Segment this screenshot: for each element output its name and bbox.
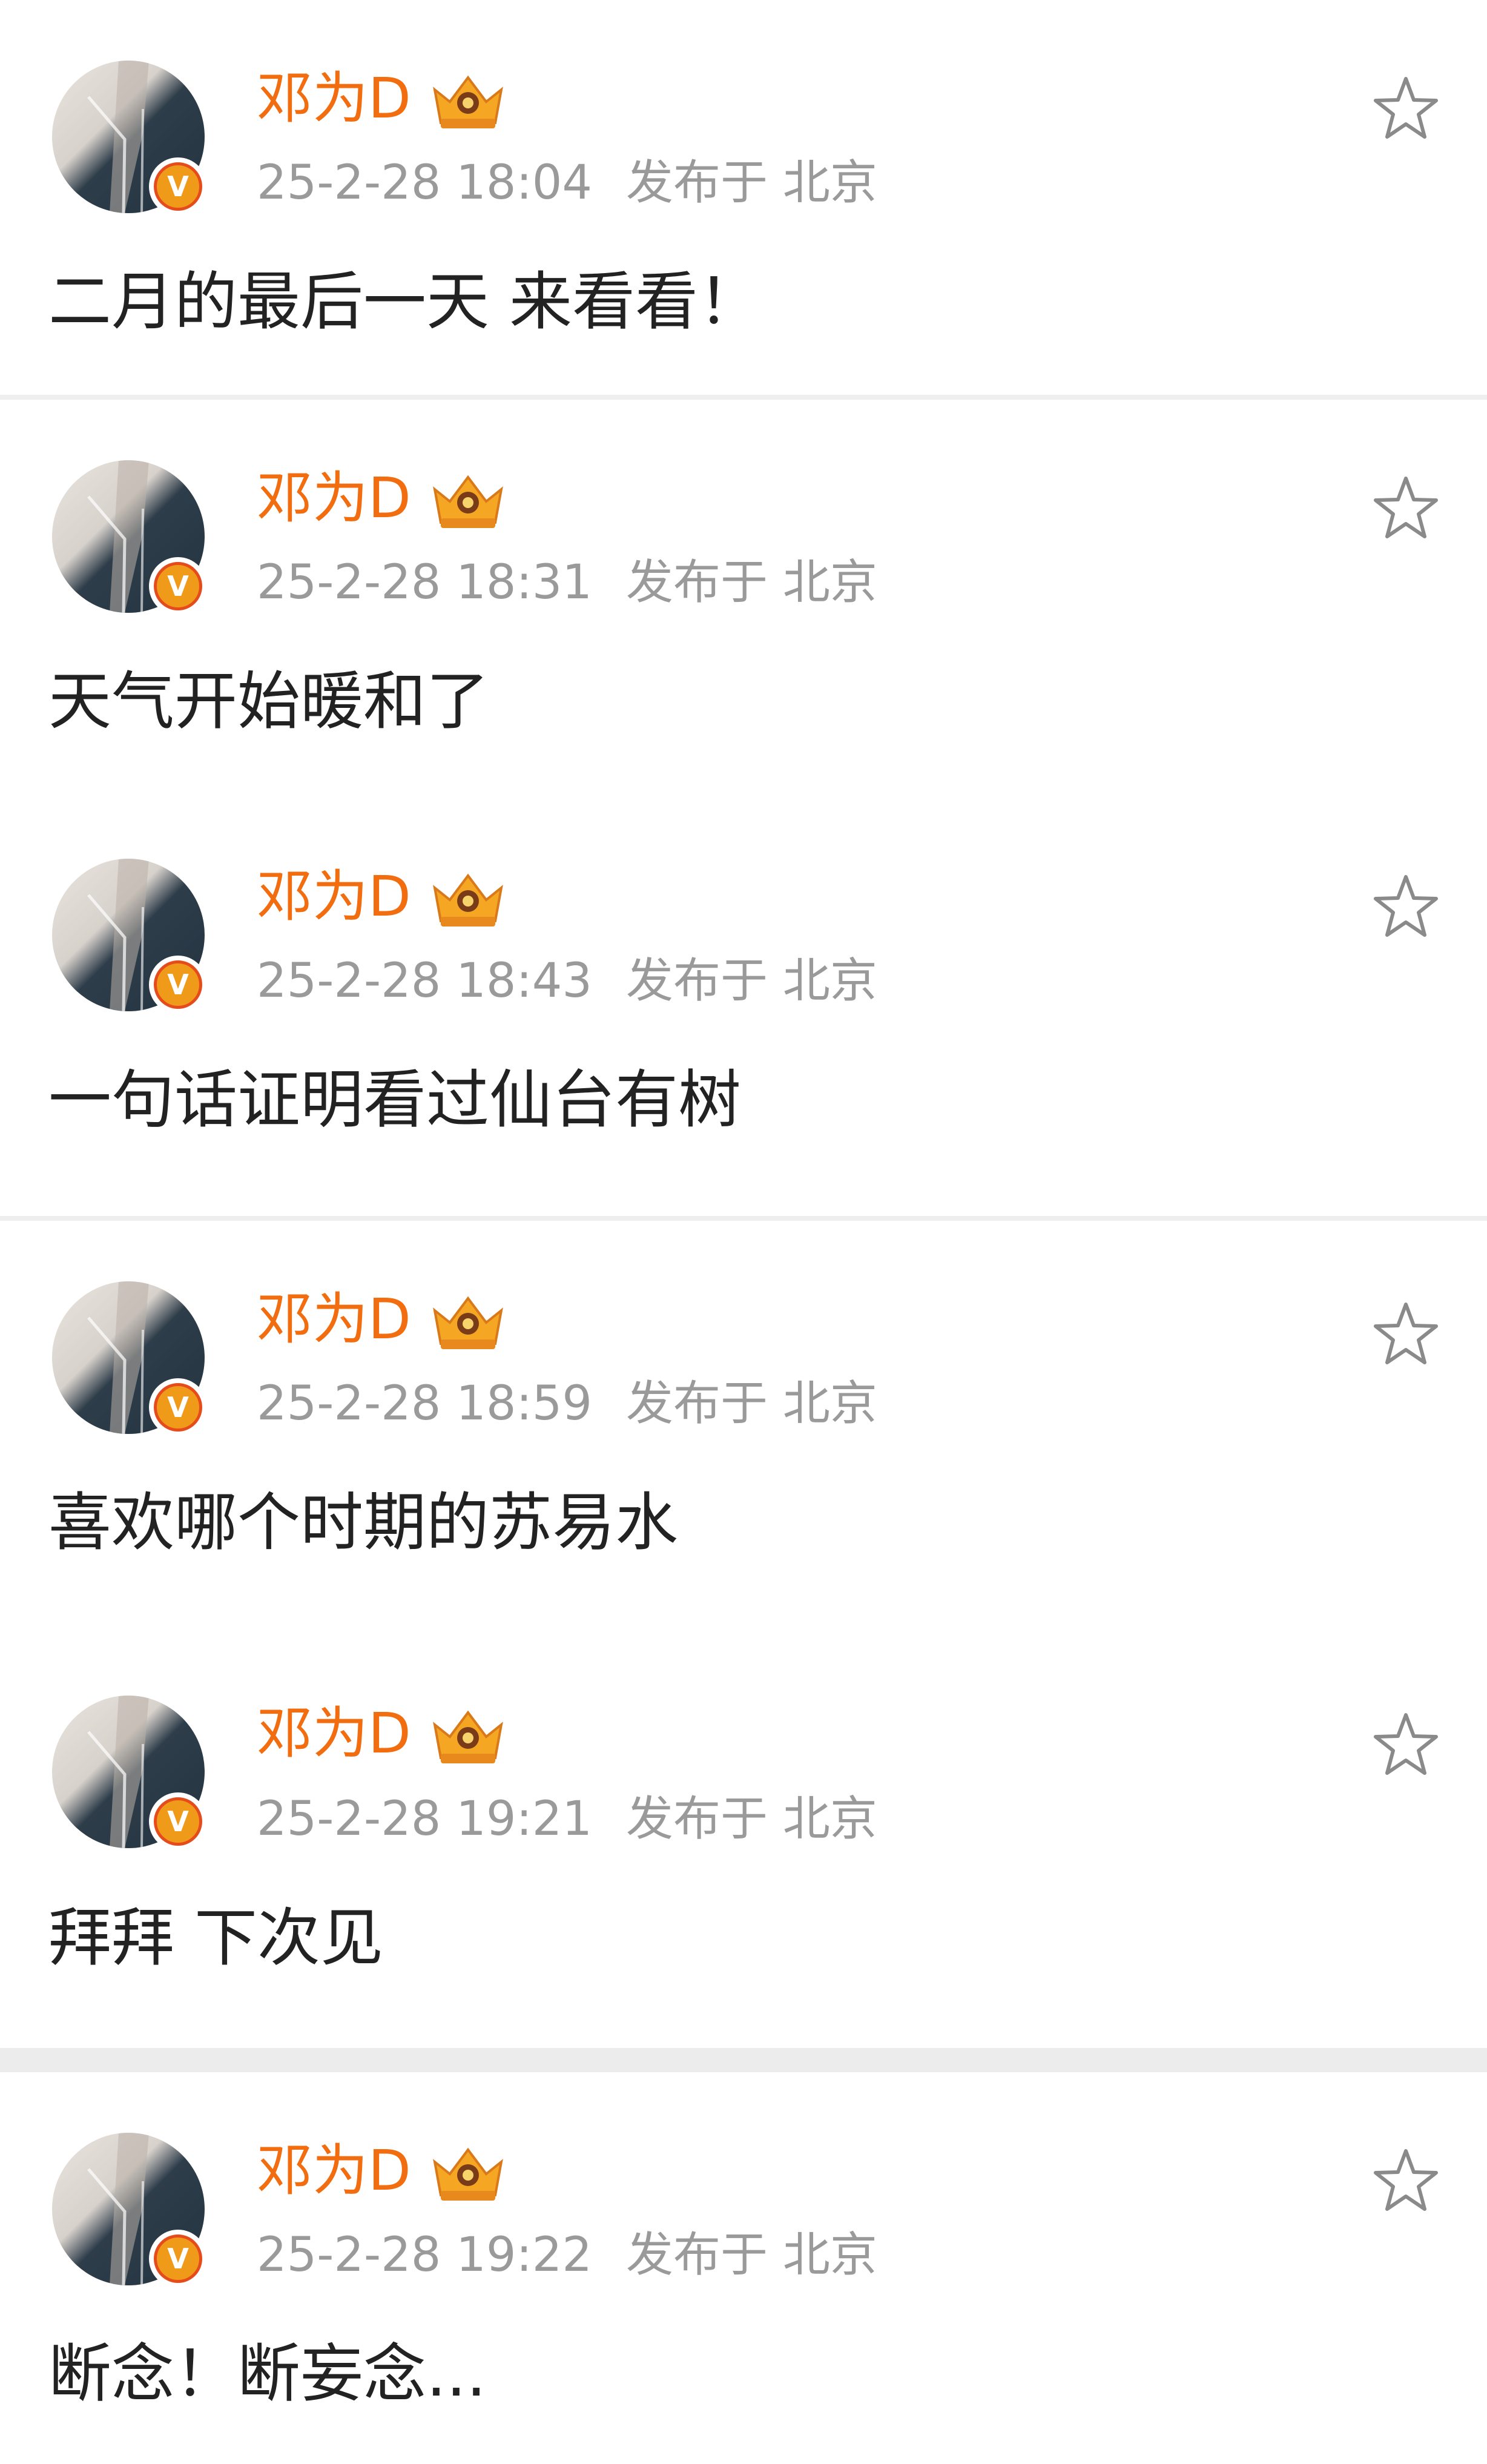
avatar[interactable]: V bbox=[52, 61, 207, 216]
username[interactable]: 邓为D bbox=[257, 465, 411, 532]
post-location: 北京 bbox=[782, 555, 877, 610]
post-time: 25-2-28 19:22 bbox=[257, 2228, 592, 2282]
verified-badge-icon: V bbox=[149, 157, 207, 216]
post-item[interactable]: V 邓为D 25-2-28 18:31 发布于 北京 天气开始暖和了 bbox=[0, 400, 1487, 799]
post-item[interactable]: V 邓为D 25-2-28 18:04 发布于 北京 二月的最后一天 来看看！ bbox=[0, 0, 1487, 397]
avatar[interactable]: V bbox=[52, 859, 207, 1014]
star-outline-icon[interactable] bbox=[1370, 1709, 1442, 1782]
avatar[interactable]: V bbox=[52, 1281, 207, 1436]
username[interactable]: 邓为D bbox=[257, 864, 411, 930]
avatar[interactable]: V bbox=[52, 1696, 207, 1851]
post-time: 25-2-28 19:21 bbox=[257, 1792, 592, 1846]
crown-icon bbox=[433, 1296, 503, 1349]
post-meta: 25-2-28 18:43 发布于 北京 bbox=[257, 951, 877, 1011]
avatar[interactable]: V bbox=[52, 460, 207, 615]
post-content[interactable]: 断念！断妄念... bbox=[48, 2331, 486, 2416]
verified-badge-icon: V bbox=[149, 2230, 207, 2288]
post-time: 25-2-28 18:59 bbox=[257, 1376, 592, 1431]
post-content[interactable]: 拜拜 下次见 bbox=[48, 1895, 383, 1980]
post-meta: 25-2-28 19:22 发布于 北京 bbox=[257, 2225, 877, 2285]
post-meta: 25-2-28 18:59 发布于 北京 bbox=[257, 1373, 877, 1434]
post-content[interactable]: 一句话证明看过仙台有树 bbox=[48, 1057, 741, 1142]
post-location: 北京 bbox=[782, 954, 877, 1008]
post-item[interactable]: V 邓为D 25-2-28 18:43 发布于 北京 一句话证明看过仙台有树 bbox=[0, 799, 1487, 1217]
crown-icon bbox=[433, 2147, 503, 2201]
star-outline-icon[interactable] bbox=[1370, 2145, 1442, 2218]
post-content[interactable]: 二月的最后一天 来看看！ bbox=[48, 259, 761, 344]
username[interactable]: 邓为D bbox=[257, 1700, 411, 1767]
avatar[interactable]: V bbox=[52, 2133, 207, 2288]
post-location-label: 发布于 bbox=[626, 156, 768, 210]
verified-badge-icon: V bbox=[149, 557, 207, 615]
star-outline-icon[interactable] bbox=[1370, 871, 1442, 943]
crown-icon bbox=[433, 1710, 503, 1763]
verified-badge-icon: V bbox=[149, 956, 207, 1014]
post-time: 25-2-28 18:43 bbox=[257, 954, 592, 1008]
post-item[interactable]: V 邓为D 25-2-28 19:22 发布于 北京 断念！断妄念... bbox=[0, 2072, 1487, 2464]
post-feed: V 邓为D 25-2-28 18:04 发布于 北京 二月的最后一天 来看看！ bbox=[0, 0, 1487, 2464]
username[interactable]: 邓为D bbox=[257, 1286, 411, 1353]
post-time: 25-2-28 18:04 bbox=[257, 156, 592, 210]
star-outline-icon[interactable] bbox=[1370, 1298, 1442, 1371]
star-outline-icon[interactable] bbox=[1370, 73, 1442, 145]
section-divider bbox=[0, 2048, 1487, 2072]
post-content[interactable]: 天气开始暖和了 bbox=[48, 659, 489, 744]
post-item[interactable]: V 邓为D 25-2-28 19:21 发布于 北京 拜拜 下次见 bbox=[0, 1641, 1487, 2047]
post-location-label: 发布于 bbox=[626, 555, 768, 610]
verified-badge-icon: V bbox=[149, 1792, 207, 1851]
post-meta: 25-2-28 18:04 发布于 北京 bbox=[257, 153, 877, 213]
crown-icon bbox=[433, 75, 503, 128]
post-location-label: 发布于 bbox=[626, 2228, 768, 2282]
post-content[interactable]: 喜欢哪个时期的苏易水 bbox=[48, 1480, 678, 1565]
crown-icon bbox=[433, 873, 503, 926]
post-location: 北京 bbox=[782, 2228, 877, 2282]
verified-badge-icon: V bbox=[149, 1378, 207, 1436]
post-location-label: 发布于 bbox=[626, 1792, 768, 1846]
post-location-label: 发布于 bbox=[626, 1376, 768, 1431]
post-divider bbox=[0, 1216, 1487, 1221]
username[interactable]: 邓为D bbox=[257, 65, 411, 132]
post-item[interactable]: V 邓为D 25-2-28 18:59 发布于 北京 喜欢哪个时期的苏易水 bbox=[0, 1221, 1487, 1641]
post-location: 北京 bbox=[782, 156, 877, 210]
post-time: 25-2-28 18:31 bbox=[257, 555, 592, 610]
star-outline-icon[interactable] bbox=[1370, 472, 1442, 545]
post-meta: 25-2-28 19:21 发布于 北京 bbox=[257, 1789, 877, 1849]
post-divider bbox=[0, 395, 1487, 400]
username[interactable]: 邓为D bbox=[257, 2138, 411, 2204]
post-meta: 25-2-28 18:31 发布于 北京 bbox=[257, 552, 877, 613]
post-location-label: 发布于 bbox=[626, 954, 768, 1008]
post-location: 北京 bbox=[782, 1792, 877, 1846]
post-location: 北京 bbox=[782, 1376, 877, 1431]
crown-icon bbox=[433, 475, 503, 528]
